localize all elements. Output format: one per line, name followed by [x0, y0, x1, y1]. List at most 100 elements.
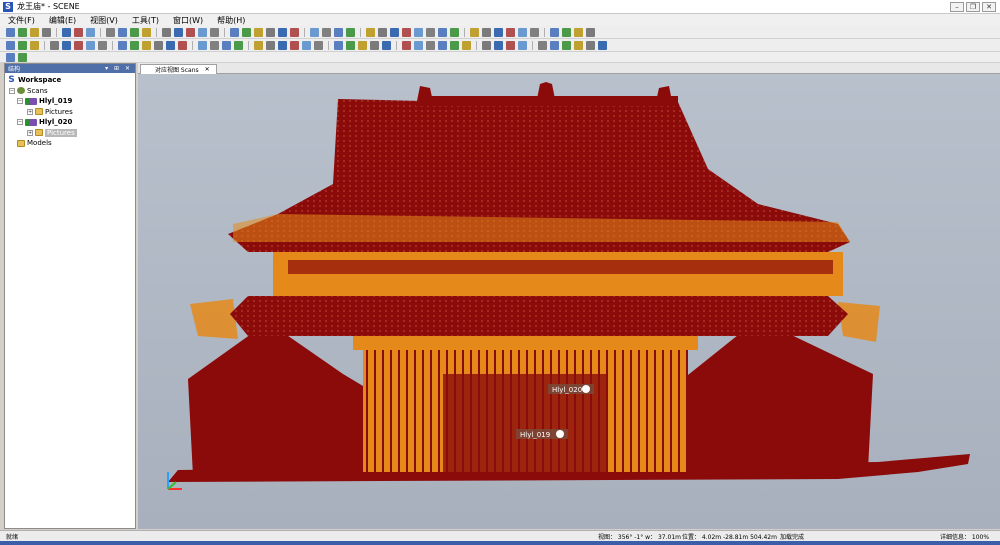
toolbar-button-icon[interactable] [210, 40, 219, 50]
toolbar-button-icon[interactable] [186, 27, 195, 37]
toolbar-button-icon[interactable] [6, 40, 15, 50]
toolbar-button-icon[interactable] [438, 40, 447, 50]
toolbar-button-icon[interactable] [266, 40, 275, 50]
toolbar-button-icon[interactable] [382, 40, 391, 50]
toolbar-button-icon[interactable] [598, 40, 607, 50]
toolbar-button-icon[interactable] [334, 40, 343, 50]
toolbar-button-icon[interactable] [482, 40, 491, 50]
toolbar-button-icon[interactable] [494, 27, 503, 37]
toolbar-button-icon[interactable] [426, 40, 435, 50]
tree-node-scan-019[interactable]: − Hlyl_019 [7, 96, 133, 107]
toolbar-button-icon[interactable] [538, 40, 547, 50]
toolbar-button-icon[interactable] [322, 27, 331, 37]
toolbar-button-icon[interactable] [6, 27, 15, 37]
toolbar-button-icon[interactable] [402, 27, 411, 37]
toolbar-button-icon[interactable] [506, 40, 515, 50]
toolbar-button-icon[interactable] [154, 40, 163, 50]
toolbar-button-icon[interactable] [254, 27, 263, 37]
toolbar-button-icon[interactable] [106, 27, 115, 37]
toolbar-button-icon[interactable] [346, 27, 355, 37]
toolbar-button-icon[interactable] [334, 27, 343, 37]
tab-close-icon[interactable]: ✕ [205, 66, 210, 73]
collapse-icon[interactable]: − [17, 98, 23, 105]
toolbar-button-icon[interactable] [142, 40, 151, 50]
3d-viewport[interactable]: Hlyl_020 Hlyl_019 [138, 74, 1000, 529]
toolbar-button-icon[interactable] [438, 27, 447, 37]
tree-node-pictures-019[interactable]: + Pictures [7, 107, 133, 118]
menu-help[interactable]: 帮助(H) [217, 15, 245, 26]
toolbar-button-icon[interactable] [118, 27, 127, 37]
toolbar-button-icon[interactable] [142, 27, 151, 37]
toolbar-button-icon[interactable] [242, 27, 251, 37]
scan-marker-019[interactable]: Hlyl_019 [516, 429, 568, 439]
minimize-icon[interactable]: – [950, 2, 964, 12]
toolbar-button-icon[interactable] [62, 27, 71, 37]
toolbar-button-icon[interactable] [42, 27, 51, 37]
toolbar-button-icon[interactable] [586, 40, 595, 50]
menu-file[interactable]: 文件(F) [8, 15, 35, 26]
toolbar-button-icon[interactable] [18, 27, 27, 37]
tree-node-pictures-020[interactable]: + Pictures [7, 128, 133, 139]
toolbar-button-icon[interactable] [130, 27, 139, 37]
toolbar-button-icon[interactable] [562, 27, 571, 37]
toolbar-button-icon[interactable] [74, 40, 83, 50]
expand-icon[interactable]: + [27, 129, 33, 136]
toolbar-button-icon[interactable] [378, 27, 387, 37]
toolbar-button-icon[interactable] [302, 40, 311, 50]
toolbar-button-icon[interactable] [198, 27, 207, 37]
toolbar-button-icon[interactable] [130, 40, 139, 50]
toolbar-button-icon[interactable] [86, 27, 95, 37]
toolbar-button-icon[interactable] [234, 40, 243, 50]
toolbar-button-icon[interactable] [174, 27, 183, 37]
tree-node-workspace[interactable]: S Workspace [7, 75, 133, 86]
expand-icon[interactable]: + [27, 108, 33, 115]
toolbar-button-icon[interactable] [450, 40, 459, 50]
collapse-icon[interactable]: − [17, 119, 23, 126]
toolbar-button-icon[interactable] [290, 27, 299, 37]
toolbar-button-icon[interactable] [18, 52, 27, 62]
menu-window[interactable]: 窗口(W) [173, 15, 203, 26]
toolbar-button-icon[interactable] [426, 27, 435, 37]
toolbar-button-icon[interactable] [254, 40, 263, 50]
toolbar-button-icon[interactable] [290, 40, 299, 50]
toolbar-button-icon[interactable] [562, 40, 571, 50]
toolbar-button-icon[interactable] [414, 40, 423, 50]
restore-icon[interactable]: ❐ [966, 2, 980, 12]
tab-correspondence-view[interactable]: 对应视图 Scans ✕ [140, 64, 217, 74]
toolbar-button-icon[interactable] [198, 40, 207, 50]
toolbar-button-icon[interactable] [310, 27, 319, 37]
menu-view[interactable]: 视图(V) [90, 15, 118, 26]
toolbar-button-icon[interactable] [550, 27, 559, 37]
toolbar-button-icon[interactable] [518, 27, 527, 37]
toolbar-button-icon[interactable] [482, 27, 491, 37]
toolbar-button-icon[interactable] [6, 52, 15, 62]
toolbar-button-icon[interactable] [62, 40, 71, 50]
toolbar-button-icon[interactable] [50, 40, 59, 50]
toolbar-button-icon[interactable] [586, 27, 595, 37]
toolbar-button-icon[interactable] [98, 40, 107, 50]
toolbar-button-icon[interactable] [518, 40, 527, 50]
toolbar-button-icon[interactable] [266, 27, 275, 37]
close-icon[interactable]: ✕ [982, 2, 996, 12]
toolbar-button-icon[interactable] [358, 40, 367, 50]
toolbar-button-icon[interactable] [414, 27, 423, 37]
tree-node-models[interactable]: Models [7, 138, 133, 149]
toolbar-button-icon[interactable] [166, 40, 175, 50]
toolbar-button-icon[interactable] [470, 27, 479, 37]
toolbar-button-icon[interactable] [178, 40, 187, 50]
toolbar-button-icon[interactable] [366, 27, 375, 37]
tree-node-scans[interactable]: − Scans [7, 86, 133, 97]
panel-controls-icon[interactable]: ▾ ⊞ ✕ [105, 65, 132, 72]
toolbar-button-icon[interactable] [462, 40, 471, 50]
toolbar-button-icon[interactable] [390, 27, 399, 37]
toolbar-button-icon[interactable] [450, 27, 459, 37]
menu-edit[interactable]: 编辑(E) [49, 15, 76, 26]
toolbar-button-icon[interactable] [210, 27, 219, 37]
tree-node-scan-020[interactable]: − Hlyl_020 [7, 117, 133, 128]
toolbar-button-icon[interactable] [230, 27, 239, 37]
toolbar-button-icon[interactable] [314, 40, 323, 50]
toolbar-button-icon[interactable] [506, 27, 515, 37]
collapse-icon[interactable]: − [9, 87, 15, 94]
toolbar-button-icon[interactable] [278, 27, 287, 37]
toolbar-button-icon[interactable] [346, 40, 355, 50]
